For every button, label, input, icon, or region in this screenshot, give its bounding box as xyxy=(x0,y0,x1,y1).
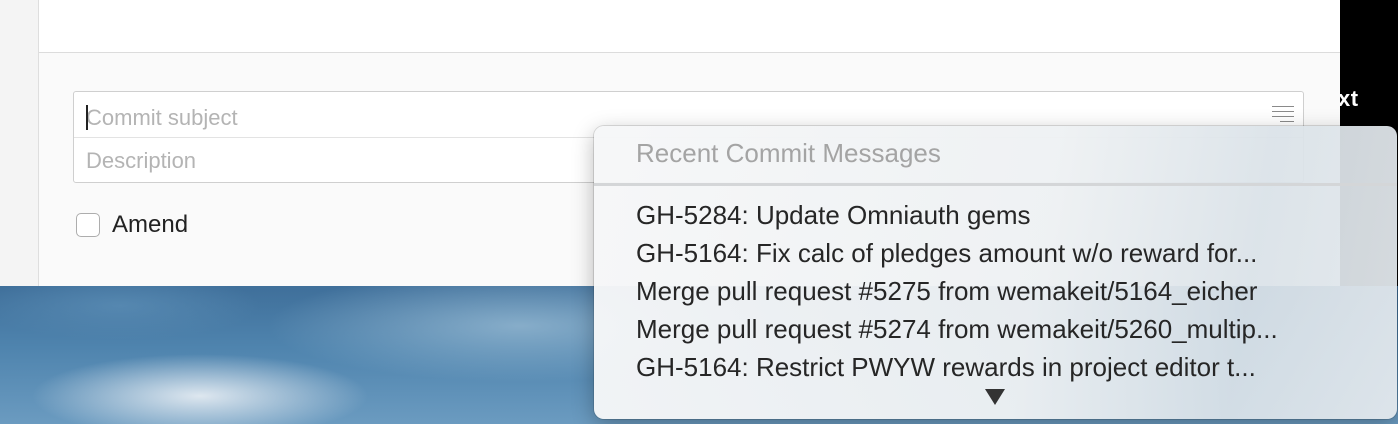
amend-option[interactable]: Amend xyxy=(76,211,188,239)
recent-commit-list: GH-5284: Update Omniauth gems GH-5164: F… xyxy=(594,196,1397,386)
recent-commit-item[interactable]: Merge pull request #5275 from wemakeit/5… xyxy=(594,272,1397,310)
recent-commit-item[interactable]: GH-5164: Restrict PWYW rewards in projec… xyxy=(594,348,1397,386)
triangle-down-icon[interactable] xyxy=(985,389,1005,405)
popup-separator xyxy=(594,183,1397,186)
list-lines-icon xyxy=(1272,111,1294,112)
text-caret xyxy=(86,105,88,130)
recent-commit-messages-button[interactable] xyxy=(1270,103,1296,125)
amend-checkbox[interactable] xyxy=(76,213,100,237)
recent-commit-item[interactable]: GH-5284: Update Omniauth gems xyxy=(594,196,1397,234)
list-lines-icon xyxy=(1272,106,1294,107)
left-sidebar-strip xyxy=(0,0,39,286)
amend-label: Amend xyxy=(112,211,189,238)
list-lines-icon xyxy=(1280,121,1294,122)
recent-commit-messages-popup: Recent Commit Messages GH-5284: Update O… xyxy=(594,126,1397,419)
recent-commit-item[interactable]: GH-5164: Fix calc of pledges amount w/o … xyxy=(594,234,1397,272)
popup-header: Recent Commit Messages xyxy=(636,138,941,168)
partial-window-title: xt xyxy=(1338,86,1359,111)
changes-list-area xyxy=(39,0,1340,53)
list-lines-icon xyxy=(1272,116,1294,117)
recent-commit-item[interactable]: Merge pull request #5274 from wemakeit/5… xyxy=(594,310,1397,348)
